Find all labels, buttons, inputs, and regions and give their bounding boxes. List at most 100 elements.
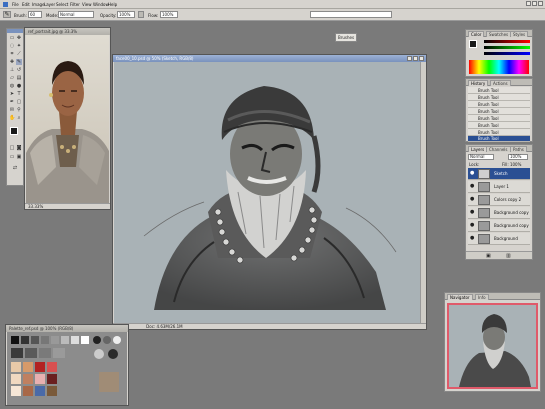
menu-layer[interactable]: Layer (44, 2, 55, 7)
brush-tool-icon[interactable]: ✎ (3, 11, 11, 18)
layer-row[interactable]: ● Background copy (468, 220, 530, 232)
tab-info[interactable]: Info (475, 294, 489, 300)
minimize-icon[interactable] (526, 1, 531, 6)
move-icon[interactable]: ✥ (16, 35, 22, 41)
new-layer-icon[interactable]: ▣ (486, 253, 491, 259)
search-input[interactable] (310, 11, 392, 18)
brushes-well-tab[interactable]: Brushes (335, 33, 357, 42)
layer-blend-mode-select[interactable]: Normal (468, 154, 494, 160)
tab-swatches[interactable]: Swatches (486, 31, 512, 37)
mode-select[interactable]: Normal (58, 11, 94, 18)
maximize-icon[interactable] (532, 1, 537, 6)
green-slider[interactable] (484, 46, 530, 49)
eye-icon[interactable]: ● (470, 223, 475, 228)
airbrush-icon[interactable] (138, 11, 144, 18)
brush-size-picker[interactable]: 60 (28, 11, 42, 18)
opacity-input[interactable]: 100% (117, 11, 135, 18)
menu-select[interactable]: Select (56, 2, 68, 7)
jump-to-imageready-icon[interactable]: ⇄ (12, 165, 18, 171)
menu-filter[interactable]: Filter (70, 2, 80, 7)
shape-icon[interactable]: ▢ (16, 99, 22, 105)
tab-layers[interactable]: Layers (468, 146, 488, 152)
navigator-preview[interactable] (447, 303, 538, 389)
screen-mode-full-icon[interactable]: ▣ (16, 154, 22, 160)
tab-channels[interactable]: Channels (486, 146, 511, 152)
marquee-icon[interactable]: ▭ (9, 35, 15, 41)
vertical-scrollbar[interactable] (420, 62, 426, 324)
toolbox-grip[interactable] (7, 29, 23, 33)
menu-file[interactable]: File (12, 2, 19, 7)
blue-slider[interactable] (484, 52, 530, 55)
tab-history[interactable]: History (468, 80, 489, 86)
main-window-titlebar[interactable]: face00_10.psd @ 50% (Sketch, RGB/8) (113, 55, 426, 62)
layer-row[interactable]: ● Colors copy 2 (468, 194, 530, 206)
palette-window-titlebar[interactable]: Palette_ref.psd @ 100% (RGB/8) (6, 325, 128, 332)
crop-icon[interactable]: ⌗ (9, 51, 15, 57)
color-spectrum-bar[interactable] (469, 60, 529, 74)
history-item-selected[interactable]: Brush Tool (468, 136, 530, 142)
menu-view[interactable]: View (82, 2, 92, 7)
eye-icon[interactable]: ● (470, 197, 475, 202)
slice-icon[interactable]: ⟋ (16, 51, 22, 57)
painting-canvas[interactable] (114, 62, 421, 324)
layer-row[interactable]: ● Background (468, 233, 530, 245)
flow-input[interactable]: 100% (160, 11, 178, 18)
tab-styles[interactable]: Styles (510, 31, 529, 37)
history-item[interactable]: Brush Tool (468, 87, 530, 94)
doc-minimize-icon[interactable] (407, 56, 412, 61)
reference-window-titlebar[interactable]: ref_portrait.jpg @ 33.3% (25, 28, 110, 35)
history-item[interactable]: Brush Tool (468, 101, 530, 108)
tab-actions[interactable]: Actions (490, 80, 511, 86)
history-item[interactable]: Brush Tool (468, 115, 530, 122)
path-select-icon[interactable]: ➤ (9, 91, 15, 97)
type-icon[interactable]: T (16, 91, 22, 97)
close-icon[interactable] (538, 1, 543, 6)
eye-icon[interactable]: ● (470, 171, 475, 176)
eyedropper-icon[interactable]: ⚲ (16, 107, 22, 113)
menu-help[interactable]: Help (108, 2, 117, 7)
history-item[interactable]: Brush Tool (468, 122, 530, 129)
tab-navigator[interactable]: Navigator (447, 294, 473, 300)
tab-paths[interactable]: Paths (510, 146, 527, 152)
history-item[interactable]: Brush Tool (468, 129, 530, 136)
layer-opacity-input[interactable]: 100% (508, 154, 528, 160)
quick-mask-off-icon[interactable]: □ (9, 145, 15, 151)
history-item[interactable]: Brush Tool (468, 94, 530, 101)
doc-close-icon[interactable] (419, 56, 424, 61)
tab-color[interactable]: Color (468, 31, 485, 37)
history-brush-icon[interactable]: ↺ (16, 67, 22, 73)
zoom-icon[interactable]: ⌕ (16, 115, 22, 121)
eye-icon[interactable]: ● (470, 210, 475, 215)
quick-mask-on-icon[interactable]: ◙ (16, 145, 22, 151)
gradient-icon[interactable]: ▤ (16, 75, 22, 81)
magic-wand-icon[interactable]: ✦ (16, 43, 22, 49)
eraser-icon[interactable]: ▱ (9, 75, 15, 81)
reference-window-status: 33.33% (25, 203, 110, 209)
stamp-icon[interactable]: ⊥ (9, 67, 15, 73)
eye-icon[interactable]: ● (470, 236, 475, 241)
menu-edit[interactable]: Edit (22, 2, 30, 7)
healing-icon[interactable]: ✚ (9, 59, 15, 65)
doc-maximize-icon[interactable] (413, 56, 418, 61)
pen-icon[interactable]: ✒ (9, 99, 15, 105)
fill-label[interactable]: Fill: 100% (502, 162, 521, 167)
blur-icon[interactable]: ◍ (9, 83, 15, 89)
layer-row[interactable]: ● Background copy 2 (468, 207, 530, 227)
color-panel-foreground[interactable] (469, 40, 477, 48)
screen-mode-standard-icon[interactable]: ▭ (9, 154, 15, 160)
hand-icon[interactable]: ✋ (9, 115, 15, 121)
dodge-icon[interactable]: ● (16, 83, 22, 89)
menu-image[interactable]: Image (32, 2, 45, 7)
eye-icon[interactable]: ● (470, 184, 475, 189)
history-item[interactable]: Brush Tool (468, 108, 530, 115)
lasso-icon[interactable]: ◌ (9, 43, 15, 49)
layer-name: Layer 1 (494, 184, 509, 189)
trash-icon[interactable]: ▥ (506, 253, 511, 259)
red-slider[interactable] (484, 40, 530, 43)
brush-icon[interactable]: ✎ (16, 59, 22, 65)
notes-icon[interactable]: ✉ (9, 107, 15, 113)
foreground-color-swatch[interactable] (10, 127, 18, 135)
layer-row[interactable]: ● Layer 1 (468, 181, 530, 193)
layer-row-selected[interactable]: ● Sketch (468, 168, 530, 180)
menu-window[interactable]: Window (93, 2, 109, 7)
